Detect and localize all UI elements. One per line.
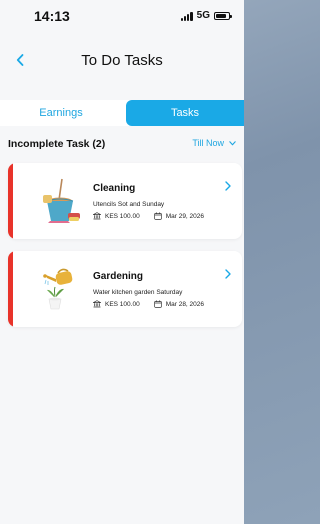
tab-earnings[interactable]: Earnings	[0, 100, 122, 126]
task-meta: KES 100.00 Mar 28, 2026	[93, 300, 204, 308]
task-card[interactable]: Cleaning Utencils Sot and Sunday KES 100…	[8, 163, 242, 239]
chevron-down-icon	[229, 140, 236, 145]
bank-icon	[93, 300, 101, 308]
section-header: Incomplete Task (2) Till Now	[0, 136, 244, 152]
signal-icon	[180, 11, 193, 21]
battery-icon	[214, 11, 232, 20]
task-description: Water kitchen garden Saturday	[93, 289, 183, 296]
status-time: 14:13	[34, 8, 70, 24]
page-title: To Do Tasks	[81, 52, 163, 69]
task-description: Utencils Sot and Sunday	[93, 201, 165, 208]
phone-screen: 14:13 5G To Do Tasks Earnings Tasks Inco…	[0, 0, 244, 524]
task-meta: KES 100.00 Mar 29, 2026	[93, 212, 204, 220]
task-title: Cleaning	[93, 183, 136, 194]
period-filter-dropdown[interactable]: Till Now	[192, 138, 236, 148]
navigation-bar: To Do Tasks	[0, 46, 244, 76]
section-title: Incomplete Task (2)	[8, 138, 106, 150]
chevron-right-icon	[225, 181, 231, 191]
tab-tasks[interactable]: Tasks	[126, 100, 244, 126]
watering-can-icon	[43, 268, 73, 310]
chevron-right-icon	[225, 269, 231, 279]
filter-label: Till Now	[192, 138, 224, 148]
status-bar: 14:13 5G	[0, 0, 244, 34]
task-date: Mar 29, 2026	[165, 212, 205, 220]
task-amount: KES 100.00	[105, 300, 140, 308]
calendar-icon	[153, 300, 162, 308]
task-date: Mar 28, 2026	[165, 300, 205, 308]
calendar-icon	[153, 212, 162, 220]
priority-indicator	[8, 163, 13, 239]
task-amount: KES 100.00	[105, 212, 140, 220]
priority-indicator	[8, 251, 13, 327]
task-card[interactable]: Gardening Water kitchen garden Saturday …	[8, 251, 242, 327]
network-label: 5G	[196, 10, 210, 21]
bank-icon	[93, 212, 101, 220]
status-indicators: 5G	[180, 10, 232, 21]
segmented-control: Earnings Tasks	[0, 100, 244, 126]
cleaning-bucket-icon	[43, 178, 80, 223]
task-title: Gardening	[93, 271, 144, 282]
